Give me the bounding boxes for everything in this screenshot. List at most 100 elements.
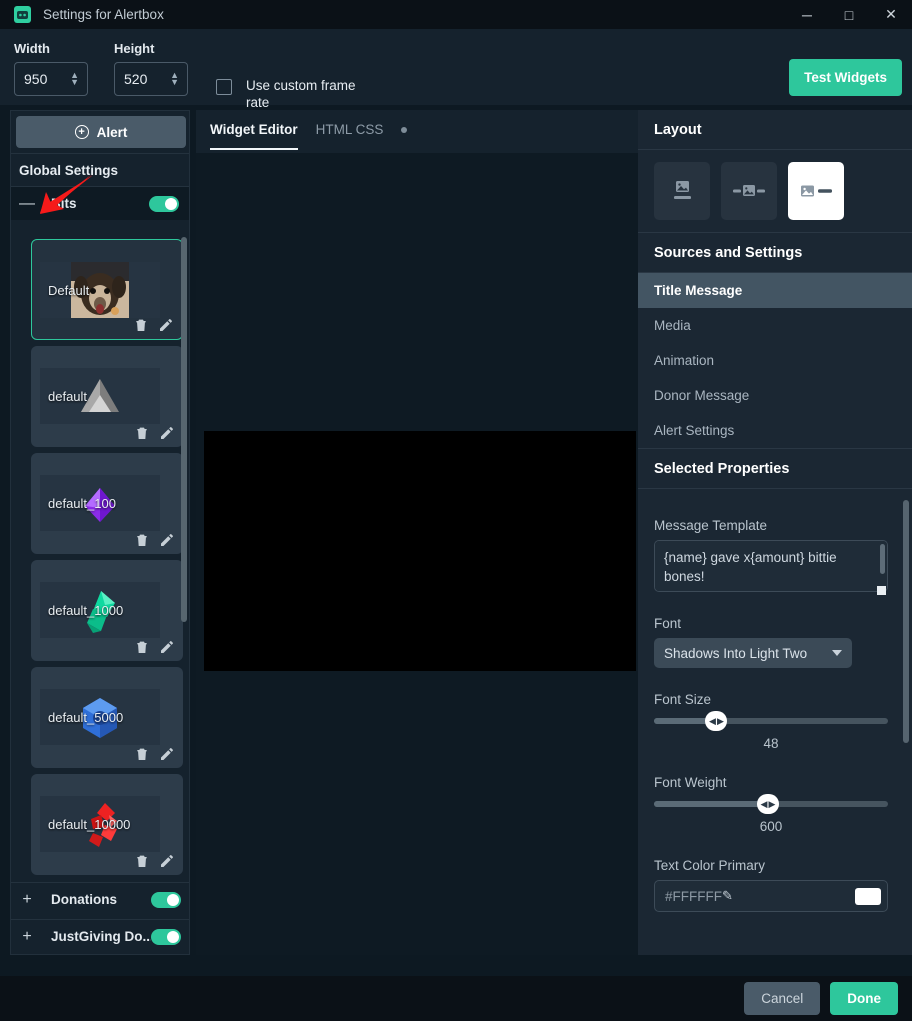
properties-scroll-thumb[interactable] xyxy=(903,500,909,743)
pencil-icon[interactable] xyxy=(159,853,175,869)
pencil-icon[interactable] xyxy=(159,532,175,548)
card-label: default_10000 xyxy=(40,817,130,832)
layout-option-text-beside-image-centered[interactable] xyxy=(721,162,777,220)
height-stepper[interactable]: ▲ ▼ xyxy=(170,72,179,86)
pencil-icon[interactable] xyxy=(159,746,175,762)
layout-option-image-above-text[interactable] xyxy=(654,162,710,220)
pencil-icon[interactable] xyxy=(159,639,175,655)
trash-icon[interactable] xyxy=(134,532,150,548)
dialog-footer: Cancel Done xyxy=(0,976,912,1021)
custom-frame-rate-checkbox[interactable] xyxy=(216,79,232,95)
expand-icon[interactable]: + xyxy=(19,928,35,946)
card-label: default_5000 xyxy=(40,710,123,725)
card-actions xyxy=(134,639,175,655)
list-item[interactable]: default_5000 xyxy=(31,667,183,768)
card-actions xyxy=(134,532,175,548)
sidebar-scrollbar[interactable] xyxy=(181,237,187,892)
sidebar-group-label: JustGiving Do... xyxy=(51,929,151,944)
font-weight-slider-fill xyxy=(654,801,771,807)
sidebar-scroll-thumb[interactable] xyxy=(181,237,187,622)
width-input[interactable]: 950 ▲ ▼ xyxy=(14,62,88,96)
layout-header: Layout xyxy=(638,110,912,150)
layout-option-image-left-text-right[interactable] xyxy=(788,162,844,220)
card-thumbnail: Default xyxy=(40,262,160,318)
justgiving-enabled-toggle[interactable] xyxy=(151,929,181,945)
font-size-value: 48 xyxy=(654,736,888,751)
tab-widget-editor[interactable]: Widget Editor xyxy=(210,122,298,150)
font-label: Font xyxy=(654,616,896,631)
cancel-button[interactable]: Cancel xyxy=(744,982,820,1015)
sidebar-group-bits[interactable]: — Bits xyxy=(11,186,189,220)
text-color-primary-input[interactable]: #FFFFFF ✎ xyxy=(654,880,888,912)
toggle-knob xyxy=(165,198,177,210)
source-item-alert-settings[interactable]: Alert Settings xyxy=(638,413,912,448)
widget-preview-canvas[interactable] xyxy=(204,431,636,671)
pencil-icon[interactable] xyxy=(159,425,175,441)
source-item-animation[interactable]: Animation xyxy=(638,343,912,378)
custom-frame-rate-row[interactable]: Use custom frame rate xyxy=(216,77,366,111)
eyedropper-icon[interactable]: ✎ xyxy=(722,888,733,904)
toggle-knob xyxy=(167,931,179,943)
message-template-input[interactable] xyxy=(654,540,888,592)
textarea-resize-grip[interactable] xyxy=(877,586,886,595)
list-item[interactable]: default_10000 xyxy=(31,774,183,875)
arrow-left-icon: ◀ xyxy=(709,716,716,727)
source-item-media[interactable]: Media xyxy=(638,308,912,343)
card-label: default_100 xyxy=(40,496,116,511)
unsaved-indicator-icon xyxy=(401,127,407,133)
trash-icon[interactable] xyxy=(133,317,149,333)
tab-html-css[interactable]: HTML CSS xyxy=(316,122,384,148)
bits-enabled-toggle[interactable] xyxy=(149,196,179,212)
width-stepper[interactable]: ▲ ▼ xyxy=(70,72,79,86)
collapse-icon[interactable]: — xyxy=(19,195,35,213)
sources-list: Title Message Media Animation Donor Mess… xyxy=(638,273,912,448)
done-button[interactable]: Done xyxy=(830,982,898,1015)
text-beside-image-centered-icon xyxy=(732,176,766,206)
editor-area: Widget Editor HTML CSS xyxy=(196,110,638,955)
sidebar-group-donations[interactable]: + Donations xyxy=(11,882,190,916)
list-item[interactable]: default xyxy=(31,346,183,447)
properties-scrollbar[interactable] xyxy=(903,500,909,955)
source-item-donor-message[interactable]: Donor Message xyxy=(638,378,912,413)
list-item[interactable]: default_100 xyxy=(31,453,183,554)
height-input[interactable]: 520 ▲ ▼ xyxy=(114,62,188,96)
test-widgets-button[interactable]: Test Widgets xyxy=(789,59,902,96)
font-size-label: Font Size xyxy=(654,692,896,707)
font-weight-slider[interactable]: ◀▶ xyxy=(654,801,888,807)
message-template-label: Message Template xyxy=(654,518,896,533)
font-weight-value: 600 xyxy=(654,819,888,834)
card-actions xyxy=(134,746,175,762)
height-group: Height 520 ▲ ▼ xyxy=(114,41,188,96)
minimize-button[interactable]: ─ xyxy=(786,0,828,29)
expand-icon[interactable]: + xyxy=(19,891,35,909)
image-above-text-icon xyxy=(667,176,697,206)
maximize-button[interactable]: □ xyxy=(828,0,870,29)
add-alert-button[interactable]: + Alert xyxy=(16,116,186,148)
height-value: 520 xyxy=(124,71,147,87)
font-select[interactable]: Shadows Into Light Two xyxy=(654,638,852,668)
arrow-right-icon: ▶ xyxy=(768,799,775,810)
font-weight-slider-thumb[interactable]: ◀▶ xyxy=(757,794,779,814)
font-size-slider-thumb[interactable]: ◀▶ xyxy=(705,711,727,731)
text-color-primary-label: Text Color Primary xyxy=(654,858,896,873)
image-left-text-right-icon xyxy=(798,176,834,206)
trash-icon[interactable] xyxy=(134,853,150,869)
textarea-scrollbar[interactable] xyxy=(880,544,885,574)
pencil-icon[interactable] xyxy=(158,317,174,333)
font-size-slider[interactable]: ◀▶ xyxy=(654,718,888,724)
list-item[interactable]: Default xyxy=(31,239,183,340)
list-item[interactable]: default_1000 xyxy=(31,560,183,661)
donations-enabled-toggle[interactable] xyxy=(151,892,181,908)
trash-icon[interactable] xyxy=(134,746,150,762)
trash-icon[interactable] xyxy=(134,425,150,441)
alert-cards-list[interactable]: Default default xyxy=(11,233,190,896)
sidebar-group-justgiving[interactable]: + JustGiving Do... xyxy=(11,919,190,953)
source-item-title-message[interactable]: Title Message xyxy=(638,273,912,308)
trash-icon[interactable] xyxy=(134,639,150,655)
width-group: Width 950 ▲ ▼ xyxy=(14,41,88,96)
chevron-down-icon: ▼ xyxy=(170,79,179,86)
properties-form: Message Template Font Shadows Into Light… xyxy=(638,500,912,955)
color-swatch[interactable] xyxy=(855,888,881,905)
card-actions xyxy=(134,425,175,441)
close-button[interactable]: ✕ xyxy=(870,0,912,29)
